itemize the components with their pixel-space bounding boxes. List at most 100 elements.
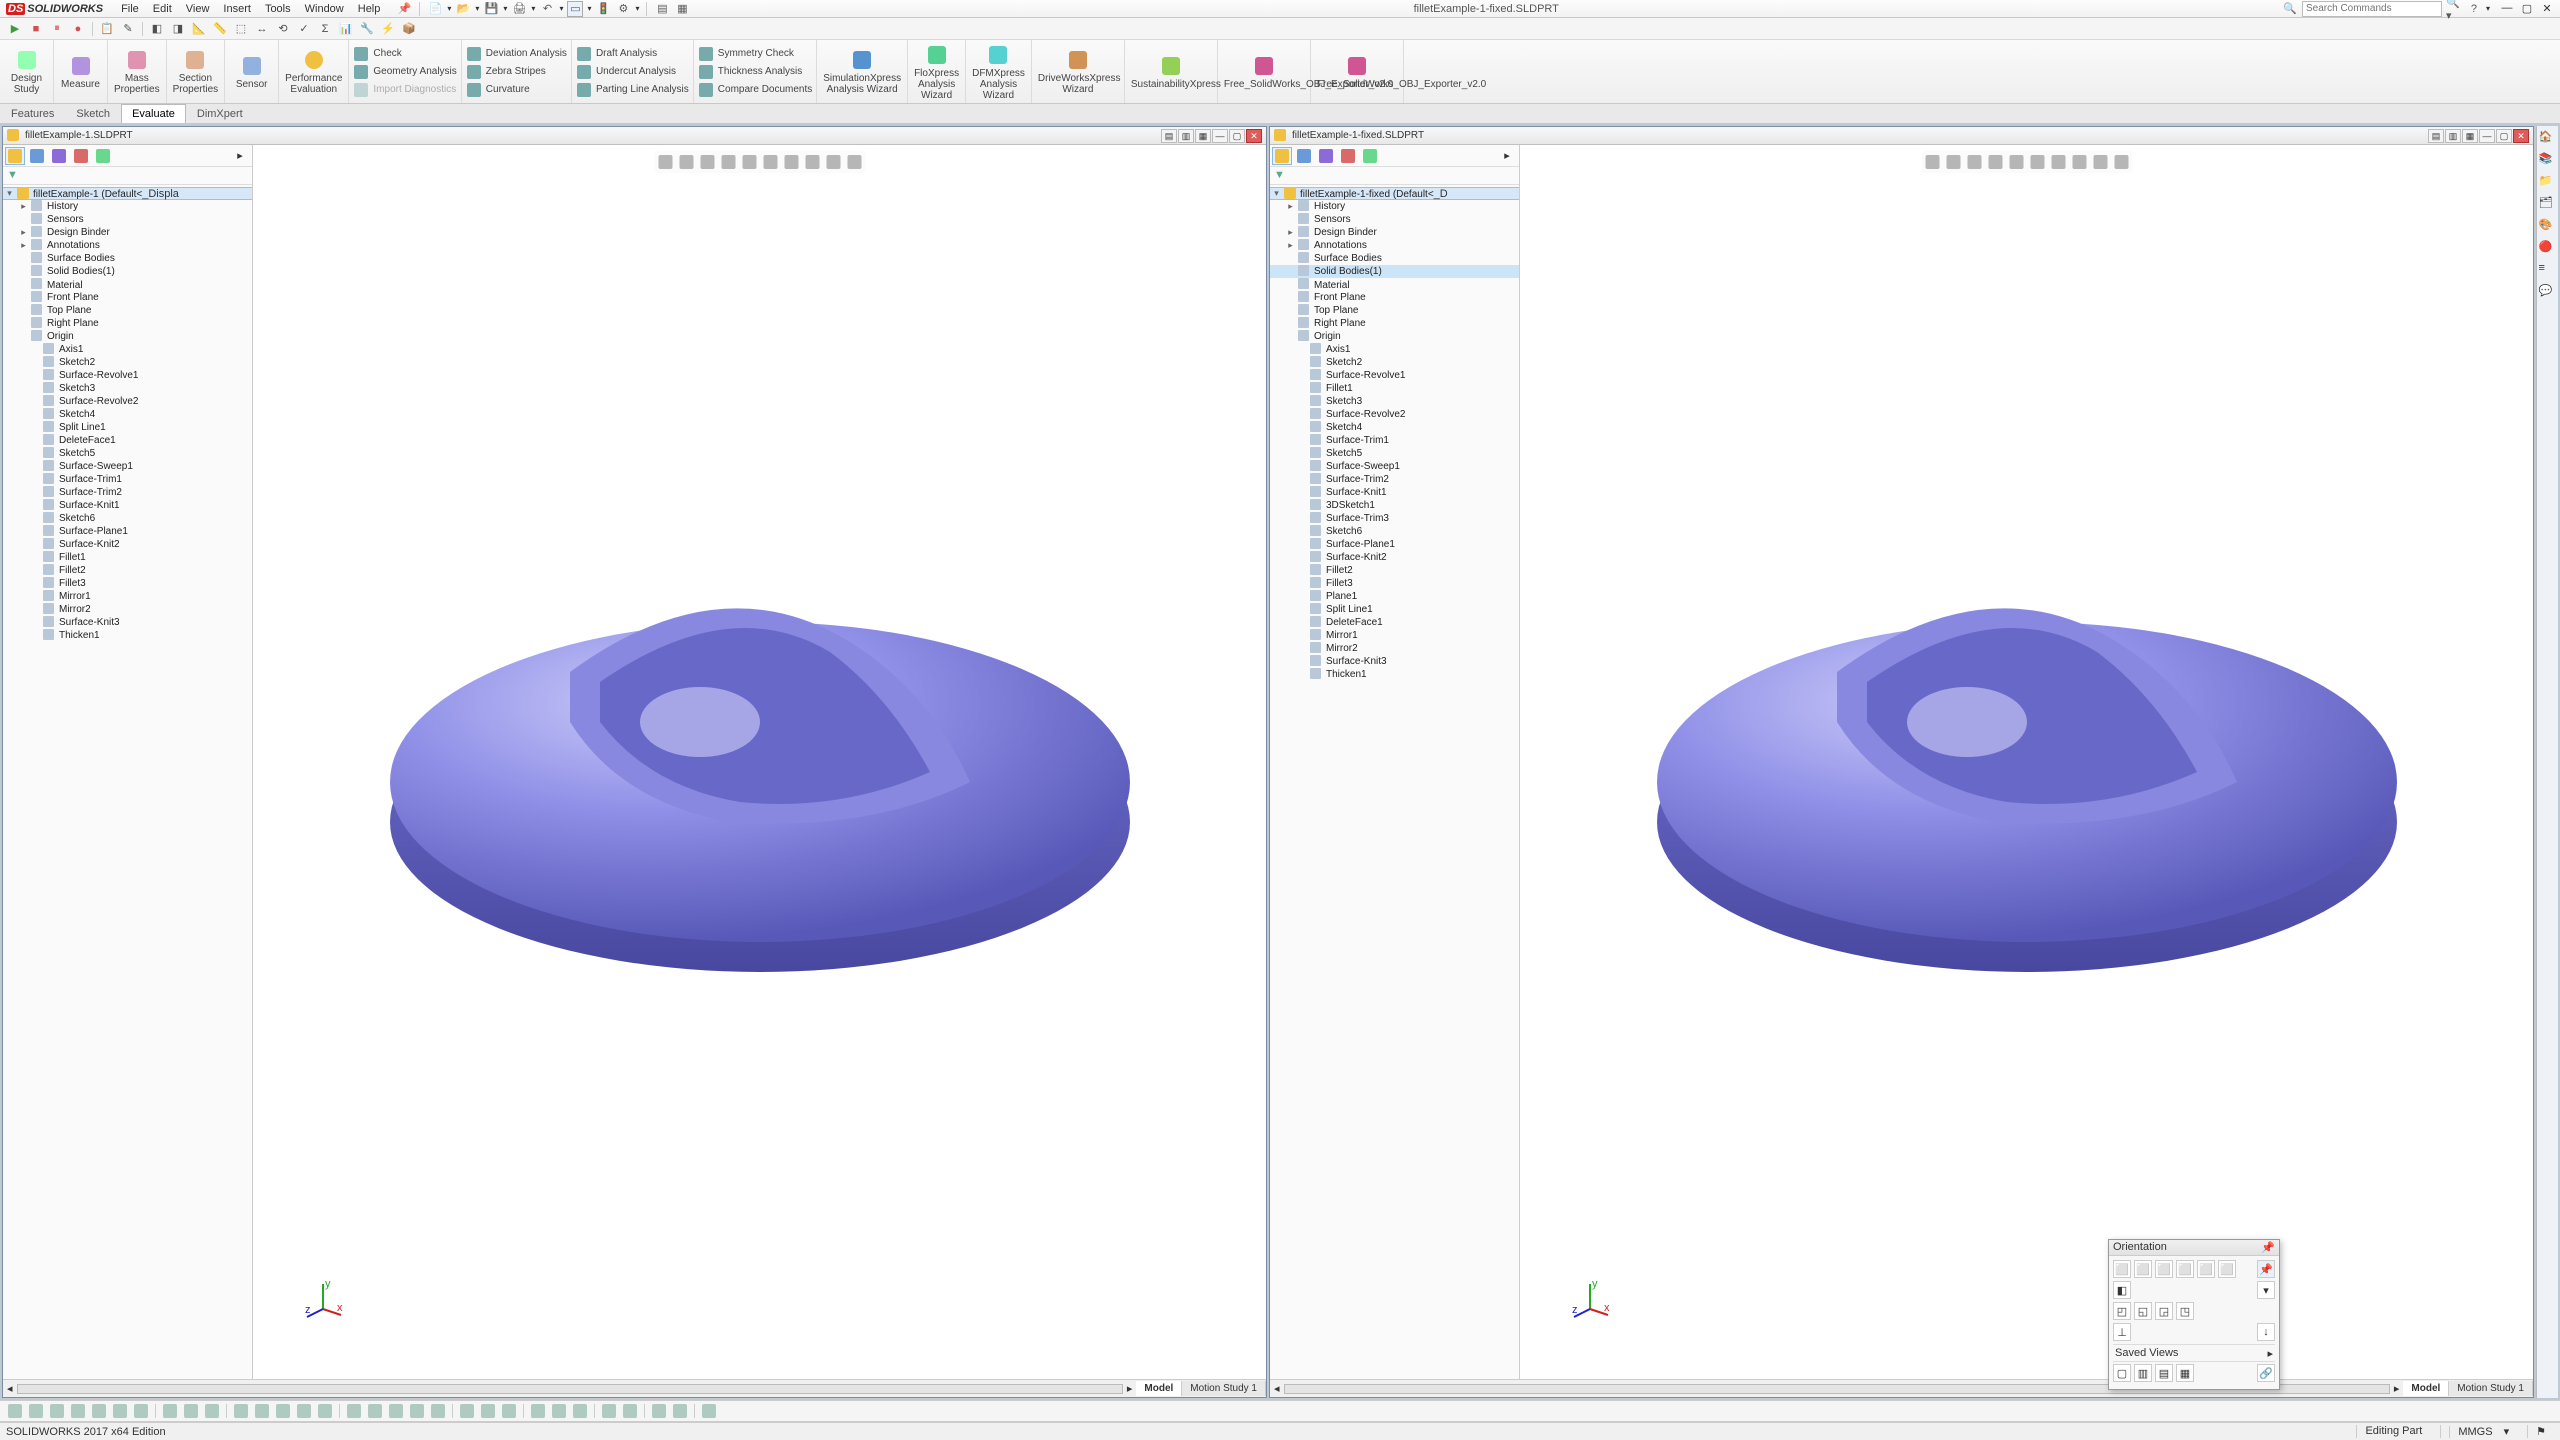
tree-root[interactable]: ▾filletExample-1-fixed (Default<_D bbox=[1270, 187, 1519, 200]
tree-node[interactable]: Surface-Trim2 bbox=[1270, 473, 1519, 486]
tree-node[interactable]: Surface Bodies bbox=[3, 252, 252, 265]
doc-close[interactable]: ✕ bbox=[1246, 129, 1262, 143]
properties-icon[interactable]: ≡ bbox=[2539, 262, 2557, 280]
minimize-button[interactable]: — bbox=[2498, 2, 2516, 15]
macro-icon[interactable]: 📋 bbox=[98, 20, 116, 38]
tree-node[interactable]: Sketch2 bbox=[3, 356, 252, 369]
zoom-fit-icon[interactable] bbox=[656, 153, 674, 171]
apply-scene-icon[interactable] bbox=[824, 153, 842, 171]
tree-node[interactable]: Surface-Knit3 bbox=[1270, 655, 1519, 668]
home-icon[interactable]: 🏠 bbox=[2539, 130, 2557, 148]
tree-node[interactable]: ▸History bbox=[1270, 200, 1519, 213]
property-manager-tab[interactable] bbox=[1294, 147, 1314, 165]
sketch-chamfer-icon[interactable] bbox=[479, 1402, 497, 1420]
rebuild-icon[interactable]: 🚦 bbox=[595, 1, 611, 17]
filter-icon[interactable]: ▼ bbox=[1274, 169, 1285, 181]
status-units[interactable]: MMGS ▾ bbox=[2440, 1425, 2517, 1438]
graphics-viewport[interactable]: yxz bbox=[253, 145, 1266, 1379]
view-palette-icon[interactable]: 🎨 bbox=[2539, 218, 2557, 236]
sketch-rect-icon[interactable] bbox=[48, 1402, 66, 1420]
view-orient-icon[interactable] bbox=[740, 153, 758, 171]
tree-node[interactable]: Sketch6 bbox=[3, 512, 252, 525]
tree-node[interactable]: Front Plane bbox=[1270, 291, 1519, 304]
open-icon[interactable]: 📂 bbox=[455, 1, 471, 17]
saved-views-label[interactable]: Saved Views▸ bbox=[2113, 1344, 2275, 1362]
cascade-icon[interactable]: ▦ bbox=[674, 1, 690, 17]
tree-node[interactable]: Surface-Trim3 bbox=[1270, 512, 1519, 525]
tree-node[interactable]: Sketch2 bbox=[1270, 356, 1519, 369]
appearance-icon[interactable]: 🔴 bbox=[2539, 240, 2557, 258]
doc-tile-2[interactable]: ▥ bbox=[2445, 129, 2461, 143]
view-iso-icon[interactable]: ◧ bbox=[2113, 1281, 2131, 1299]
tree-node[interactable]: Surface-Revolve1 bbox=[3, 369, 252, 382]
view-bottom-icon[interactable]: ⬜ bbox=[2218, 1260, 2236, 1278]
normal-to-icon[interactable]: ⊥ bbox=[2113, 1323, 2131, 1341]
h-scrollbar[interactable] bbox=[17, 1384, 1123, 1394]
tree-node[interactable]: Surface-Trim2 bbox=[3, 486, 252, 499]
view-top-icon[interactable]: ⬜ bbox=[2197, 1260, 2215, 1278]
ribbon-thickness-analysis[interactable]: Thickness Analysis bbox=[698, 63, 812, 81]
new-icon[interactable]: 📄 bbox=[427, 1, 443, 17]
resources-icon[interactable]: 📚 bbox=[2539, 152, 2557, 170]
tree-node[interactable]: Mirror1 bbox=[3, 590, 252, 603]
tree-node[interactable]: ▸Annotations bbox=[3, 239, 252, 252]
tree-root[interactable]: ▾filletExample-1 (Default<_Displa bbox=[3, 187, 252, 200]
link-views-icon[interactable]: 🔗 bbox=[2257, 1364, 2275, 1382]
view-orient-icon[interactable] bbox=[2007, 153, 2025, 171]
tree-node[interactable]: Material bbox=[3, 278, 252, 291]
doc-close[interactable]: ✕ bbox=[2513, 129, 2529, 143]
doc-max[interactable]: ▢ bbox=[1229, 129, 1245, 143]
triad-icon[interactable]: yxz bbox=[303, 1279, 343, 1319]
ribbon-deviation-analysis[interactable]: Deviation Analysis bbox=[466, 45, 567, 63]
tree-node[interactable]: Mirror2 bbox=[1270, 642, 1519, 655]
tree-node[interactable]: Right Plane bbox=[1270, 317, 1519, 330]
edit-appearance-icon[interactable] bbox=[803, 153, 821, 171]
tree-node[interactable]: ▸History bbox=[3, 200, 252, 213]
ribbon-simulationxpress-analysis-wizard[interactable]: SimulationXpress Analysis Wizard bbox=[817, 40, 908, 103]
menu-insert[interactable]: Insert bbox=[217, 1, 257, 17]
sidebar-expand[interactable]: ▸ bbox=[1497, 147, 1517, 165]
tab-motion-study[interactable]: Motion Study 1 bbox=[1182, 1381, 1266, 1396]
tree-node[interactable]: Solid Bodies(1) bbox=[3, 265, 252, 278]
tree-node[interactable]: Fillet1 bbox=[1270, 382, 1519, 395]
ribbon-measure[interactable]: Measure bbox=[54, 40, 108, 103]
tree-node[interactable]: Top Plane bbox=[1270, 304, 1519, 317]
tree-node[interactable]: Thicken1 bbox=[1270, 668, 1519, 681]
sketch-trim-icon[interactable] bbox=[345, 1402, 363, 1420]
sketch-pattern-icon[interactable] bbox=[429, 1402, 447, 1420]
sketch-spline-icon[interactable] bbox=[111, 1402, 129, 1420]
tile-icon[interactable]: ▤ bbox=[654, 1, 670, 17]
sketch-smart-dim-icon[interactable] bbox=[161, 1402, 179, 1420]
ribbon-driveworksxpress-wizard[interactable]: DriveWorksXpress Wizard bbox=[1032, 40, 1125, 103]
pin-icon[interactable]: 📌 bbox=[396, 1, 412, 17]
sketch-tangent-icon[interactable] bbox=[295, 1402, 313, 1420]
ribbon-floxpress-analysis-wizard[interactable]: FloXpress Analysis Wizard bbox=[908, 40, 966, 103]
tree-node[interactable]: Mirror1 bbox=[1270, 629, 1519, 642]
play-icon[interactable]: ▶ bbox=[6, 20, 24, 38]
sketch-line-icon[interactable] bbox=[27, 1402, 45, 1420]
sketch-offset-icon[interactable] bbox=[387, 1402, 405, 1420]
ribbon-undercut-analysis[interactable]: Undercut Analysis bbox=[576, 63, 689, 81]
tree-node[interactable]: Surface-Knit3 bbox=[3, 616, 252, 629]
sketch-perp-icon[interactable] bbox=[274, 1402, 292, 1420]
ribbon-check[interactable]: Check bbox=[353, 45, 456, 63]
menu-tools[interactable]: Tools bbox=[259, 1, 297, 17]
ribbon-parting-line-analysis[interactable]: Parting Line Analysis bbox=[576, 81, 689, 99]
display-manager-tab[interactable] bbox=[1360, 147, 1380, 165]
sketch-mirror-icon[interactable] bbox=[408, 1402, 426, 1420]
search-go-icon[interactable]: 🔍▾ bbox=[2446, 1, 2462, 17]
menu-view[interactable]: View bbox=[180, 1, 216, 17]
tree-node[interactable]: Front Plane bbox=[3, 291, 252, 304]
edit-appearance-icon[interactable] bbox=[2070, 153, 2088, 171]
display-style-icon[interactable] bbox=[2028, 153, 2046, 171]
ribbon-sensor[interactable]: Sensor bbox=[225, 40, 279, 103]
prev-view-icon[interactable] bbox=[698, 153, 716, 171]
tree-node[interactable]: DeleteFace1 bbox=[1270, 616, 1519, 629]
explorer-icon[interactable]: 🗂 bbox=[2539, 196, 2557, 214]
two-view-v-icon[interactable]: ▤ bbox=[2155, 1364, 2173, 1382]
sidebar-expand[interactable]: ▸ bbox=[230, 147, 250, 165]
ribbon-section-properties[interactable]: Section Properties bbox=[167, 40, 226, 103]
ribbon-free_solidworks_obj_exporter_v2.0[interactable]: Free_SolidWorks_OBJ_Exporter_v2.0 bbox=[1218, 40, 1311, 103]
doc-min[interactable]: — bbox=[1212, 129, 1228, 143]
tree-node[interactable]: Surface-Knit2 bbox=[3, 538, 252, 551]
